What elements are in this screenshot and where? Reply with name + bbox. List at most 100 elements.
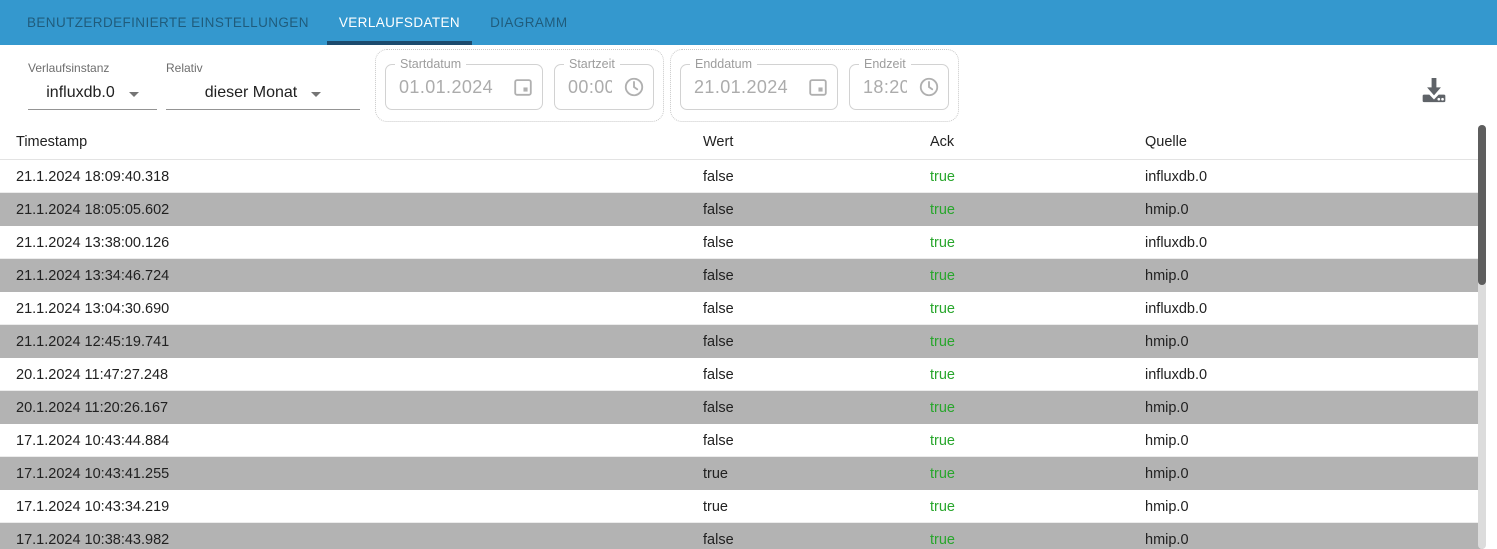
end-time-field[interactable]: Endzeit 18:20 (849, 64, 949, 110)
tab-benutzerdefinierte-einstellungen[interactable]: BENUTZERDEFINIERTE EINSTELLUNGEN (15, 0, 321, 45)
cell-wert: false (703, 367, 930, 383)
instance-select-value: influxdb.0 (46, 84, 115, 102)
cell-ack: true (930, 169, 1145, 185)
cell-quelle: hmip.0 (1145, 466, 1483, 482)
cell-timestamp: 17.1.2024 10:43:44.884 (16, 433, 703, 449)
cell-quelle: hmip.0 (1145, 400, 1483, 416)
history-table-header: Timestamp Wert Ack Quelle (0, 125, 1483, 160)
table-row: 17.1.2024 10:38:43.982 false true hmip.0 (0, 523, 1483, 549)
start-date-value: 01.01.2024 (386, 77, 493, 98)
cell-ack: true (930, 334, 1145, 350)
history-controls: Verlaufsinstanz influxdb.0 Relativ diese… (0, 45, 1497, 125)
table-row: 21.1.2024 13:34:46.724 false true hmip.0 (0, 259, 1483, 292)
cell-ack: true (930, 202, 1145, 218)
table-row: 20.1.2024 11:20:26.167 false true hmip.0 (0, 391, 1483, 424)
cell-timestamp: 21.1.2024 13:04:30.690 (16, 301, 703, 317)
cell-wert: true (703, 499, 930, 515)
start-time-field[interactable]: Startzeit 00:00 (554, 64, 654, 110)
column-header-wert: Wert (703, 134, 930, 150)
end-time-label: Endzeit (859, 57, 911, 71)
vertical-scrollbar[interactable] (1478, 125, 1486, 549)
cell-quelle: influxdb.0 (1145, 367, 1483, 383)
cell-timestamp: 20.1.2024 11:47:27.248 (16, 367, 703, 383)
cell-wert: false (703, 433, 930, 449)
table-row: 21.1.2024 18:09:40.318 false true influx… (0, 160, 1483, 193)
table-row: 21.1.2024 13:38:00.126 false true influx… (0, 226, 1483, 259)
tab-verlaufsdaten[interactable]: VERLAUFSDATEN (327, 0, 472, 45)
cell-wert: false (703, 202, 930, 218)
start-date-label: Startdatum (395, 57, 466, 71)
cell-wert: false (703, 169, 930, 185)
chevron-down-icon (129, 92, 139, 97)
cell-timestamp: 17.1.2024 10:38:43.982 (16, 532, 703, 548)
calendar-icon[interactable] (807, 76, 829, 98)
cell-ack: true (930, 499, 1145, 515)
cell-quelle: hmip.0 (1145, 499, 1483, 515)
end-datetime-group: Enddatum 21.01.2024 Endzeit 18:20 (670, 49, 959, 122)
instance-select[interactable]: Verlaufsinstanz influxdb.0 (28, 61, 157, 110)
table-row: 21.1.2024 12:45:19.741 false true hmip.0 (0, 325, 1483, 358)
column-header-timestamp: Timestamp (16, 134, 703, 150)
relative-select[interactable]: Relativ dieser Monat (166, 61, 360, 110)
end-time-value: 18:20 (850, 77, 907, 98)
history-table: Timestamp Wert Ack Quelle 21.1.2024 18:0… (0, 125, 1483, 549)
table-row: 17.1.2024 10:43:34.219 true true hmip.0 (0, 490, 1483, 523)
cell-ack: true (930, 367, 1145, 383)
start-time-value: 00:00 (555, 77, 612, 98)
tab-bar: BENUTZERDEFINIERTE EINSTELLUNGEN VERLAUF… (0, 0, 1497, 45)
cell-ack: true (930, 466, 1145, 482)
download-button[interactable] (1417, 73, 1451, 107)
scrollbar-thumb[interactable] (1478, 125, 1486, 285)
cell-timestamp: 21.1.2024 13:34:46.724 (16, 268, 703, 284)
start-datetime-group: Startdatum 01.01.2024 Startzeit 00:00 (375, 49, 664, 122)
cell-wert: false (703, 334, 930, 350)
cell-timestamp: 17.1.2024 10:43:34.219 (16, 499, 703, 515)
cell-quelle: hmip.0 (1145, 202, 1483, 218)
start-date-field[interactable]: Startdatum 01.01.2024 (385, 64, 543, 110)
cell-ack: true (930, 400, 1145, 416)
cell-quelle: hmip.0 (1145, 532, 1483, 548)
cell-timestamp: 21.1.2024 18:05:05.602 (16, 202, 703, 218)
cell-timestamp: 21.1.2024 18:09:40.318 (16, 169, 703, 185)
table-row: 21.1.2024 18:05:05.602 false true hmip.0 (0, 193, 1483, 226)
cell-timestamp: 21.1.2024 12:45:19.741 (16, 334, 703, 350)
clock-icon[interactable] (918, 76, 940, 98)
relative-select-label: Relativ (166, 61, 360, 77)
instance-select-label: Verlaufsinstanz (28, 61, 157, 77)
end-date-label: Enddatum (690, 57, 757, 71)
cell-ack: true (930, 235, 1145, 251)
cell-ack: true (930, 268, 1145, 284)
start-time-label: Startzeit (564, 57, 620, 71)
clock-icon[interactable] (623, 76, 645, 98)
tab-diagramm[interactable]: DIAGRAMM (478, 0, 579, 45)
cell-quelle: hmip.0 (1145, 268, 1483, 284)
cell-quelle: hmip.0 (1145, 334, 1483, 350)
cell-ack: true (930, 301, 1145, 317)
cell-ack: true (930, 532, 1145, 548)
cell-timestamp: 20.1.2024 11:20:26.167 (16, 400, 703, 416)
chevron-down-icon (311, 92, 321, 97)
column-header-quelle: Quelle (1145, 134, 1483, 150)
cell-quelle: influxdb.0 (1145, 169, 1483, 185)
relative-select-value: dieser Monat (205, 84, 298, 102)
cell-wert: false (703, 532, 930, 548)
end-date-value: 21.01.2024 (681, 77, 788, 98)
table-row: 17.1.2024 10:43:41.255 true true hmip.0 (0, 457, 1483, 490)
cell-ack: true (930, 433, 1145, 449)
column-header-ack: Ack (930, 134, 1145, 150)
cell-wert: false (703, 301, 930, 317)
cell-wert: false (703, 268, 930, 284)
cell-timestamp: 21.1.2024 13:38:00.126 (16, 235, 703, 251)
cell-timestamp: 17.1.2024 10:43:41.255 (16, 466, 703, 482)
history-table-body: 21.1.2024 18:09:40.318 false true influx… (0, 160, 1483, 549)
cell-quelle: hmip.0 (1145, 433, 1483, 449)
download-icon (1418, 74, 1450, 106)
cell-wert: false (703, 400, 930, 416)
table-row: 20.1.2024 11:47:27.248 false true influx… (0, 358, 1483, 391)
cell-quelle: influxdb.0 (1145, 301, 1483, 317)
end-date-field[interactable]: Enddatum 21.01.2024 (680, 64, 838, 110)
table-row: 17.1.2024 10:43:44.884 false true hmip.0 (0, 424, 1483, 457)
calendar-icon[interactable] (512, 76, 534, 98)
cell-quelle: influxdb.0 (1145, 235, 1483, 251)
cell-wert: false (703, 235, 930, 251)
